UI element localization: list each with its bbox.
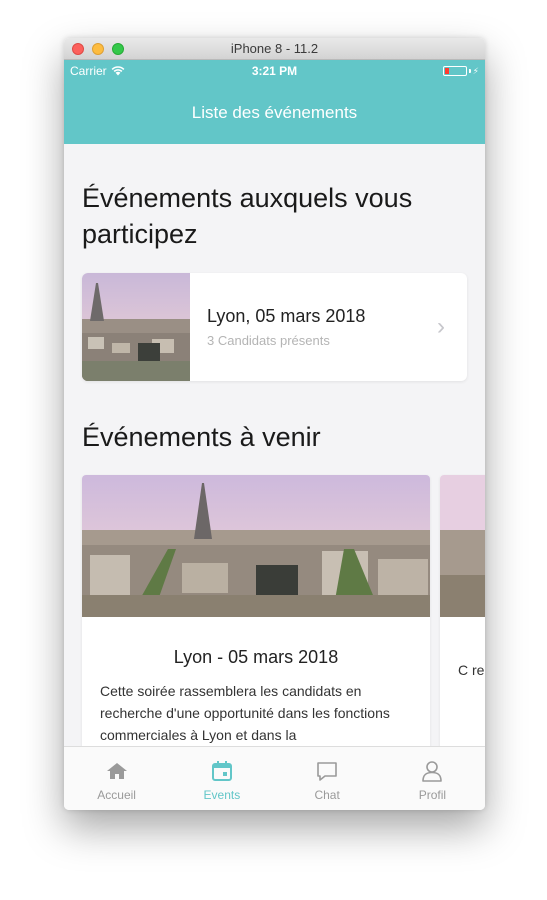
simulator-window: iPhone 8 - 11.2 Carrier 3:21 PM ⚡ Liste … [64, 38, 485, 810]
status-time: 3:21 PM [251, 64, 298, 78]
event-row-title: Lyon, 05 mars 2018 [207, 306, 366, 326]
window-titlebar[interactable]: iPhone 8 - 11.2 [64, 38, 485, 60]
traffic-lights [72, 43, 124, 55]
event-card-next[interactable]: C re fo [440, 475, 485, 746]
tab-events[interactable]: Events [169, 747, 274, 810]
event-card-image [82, 475, 430, 617]
event-card[interactable]: Lyon - 05 mars 2018 Cette soirée rassemb… [82, 475, 430, 746]
battery-icon [442, 66, 467, 76]
calendar-icon [211, 761, 232, 781]
nav-bar: Liste des événements [64, 81, 485, 144]
event-card-title: Lyon - 05 mars 2018 [173, 647, 339, 667]
status-right: ⚡ [442, 66, 479, 76]
event-row-subtitle: 3 Candidats présents [207, 333, 330, 348]
upcoming-heading: Événements à venir [82, 422, 321, 452]
event-card-description: Cette soirée rassemblera les candidats e… [100, 683, 390, 743]
status-bar: Carrier 3:21 PM ⚡ [64, 60, 485, 82]
tab-profil[interactable]: Profil [380, 747, 485, 810]
maximize-window-button[interactable] [112, 43, 124, 55]
event-card-next-description: C re fo [458, 662, 485, 678]
charging-icon: ⚡ [472, 66, 479, 76]
event-row-text: Lyon, 05 mars 2018 3 Candidats présents [190, 306, 437, 348]
tab-accueil[interactable]: Accueil [64, 747, 169, 810]
upcoming-carousel[interactable]: Lyon - 05 mars 2018 Cette soirée rassemb… [64, 475, 485, 746]
window-title: iPhone 8 - 11.2 [230, 41, 319, 56]
close-window-button[interactable] [72, 43, 84, 55]
chevron-right-icon: › [437, 313, 445, 340]
nav-title: Liste des événements [191, 103, 358, 122]
main-content[interactable]: Événements auxquels vous participez Lyon… [64, 144, 485, 746]
tab-bar: Accueil Events Chat Profil [64, 746, 485, 810]
minimize-window-button[interactable] [92, 43, 104, 55]
participating-heading: Événements auxquels vous participez [82, 183, 413, 249]
tab-label-events: Events [203, 788, 241, 802]
tab-label-chat: Chat [314, 788, 340, 802]
tab-label-accueil: Accueil [97, 788, 136, 802]
event-thumbnail [82, 273, 190, 381]
profile-icon [422, 761, 443, 782]
event-card-next-image [440, 475, 485, 617]
tab-label-profil: Profil [418, 788, 447, 802]
tab-chat[interactable]: Chat [275, 747, 380, 810]
participating-event-row[interactable]: Lyon, 05 mars 2018 3 Candidats présents … [82, 273, 467, 381]
home-icon [106, 763, 127, 779]
battery-tip [468, 69, 471, 73]
chat-icon [317, 762, 337, 781]
